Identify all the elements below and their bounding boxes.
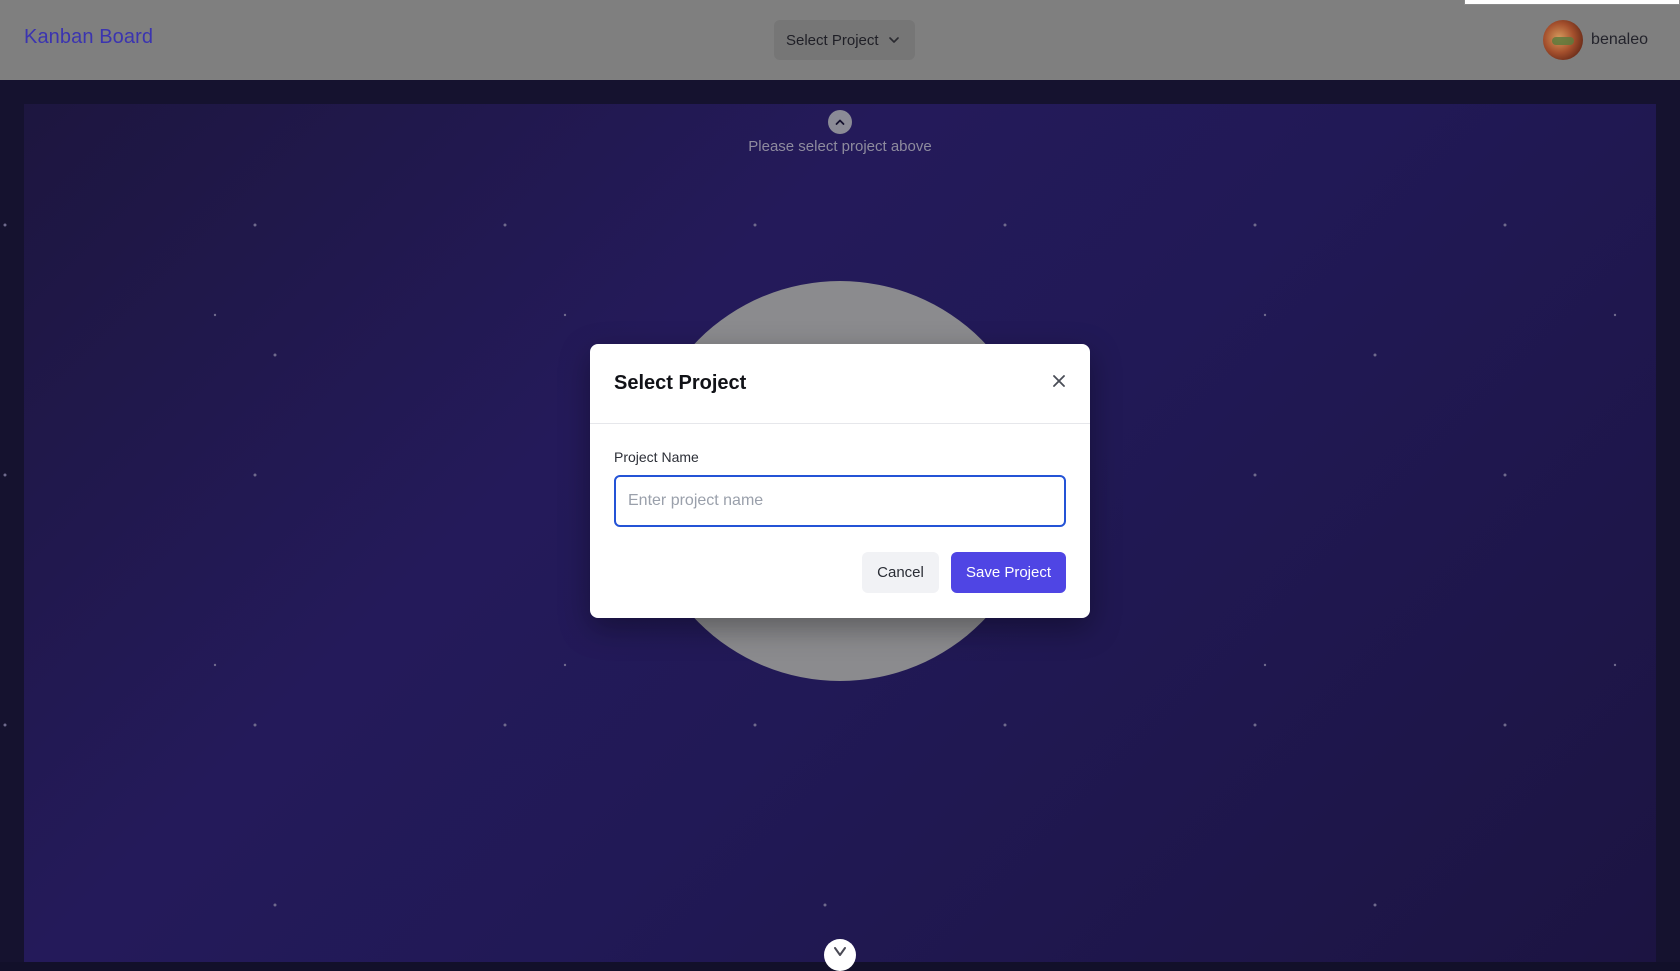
chevron-down-icon xyxy=(833,945,847,971)
save-project-button[interactable]: Save Project xyxy=(951,552,1066,593)
project-name-input[interactable] xyxy=(614,475,1066,527)
user-menu[interactable]: benaleo xyxy=(1543,20,1648,60)
hint-text: Please select project above xyxy=(748,138,932,155)
project-select-label: Select Project xyxy=(786,31,879,49)
project-name-label: Project Name xyxy=(614,449,699,465)
username: benaleo xyxy=(1591,31,1648,48)
select-project-hint: Please select project above xyxy=(0,110,1680,155)
modal-header: Select Project xyxy=(590,344,1090,424)
avatar[interactable] xyxy=(1543,20,1584,60)
modal-title: Select Project xyxy=(614,372,747,394)
brand-title[interactable]: Kanban Board xyxy=(24,26,153,49)
top-navbar: Kanban Board Select Project benaleo xyxy=(0,0,1680,80)
chevron-up-icon xyxy=(828,110,852,134)
select-project-modal: Select Project Project Name Cancel Save … xyxy=(590,344,1090,618)
chevron-down-icon xyxy=(887,33,901,47)
project-select-dropdown[interactable]: Select Project xyxy=(774,20,915,60)
close-button[interactable] xyxy=(1050,374,1068,392)
close-icon xyxy=(1052,374,1066,393)
cancel-button[interactable]: Cancel xyxy=(862,552,939,593)
top-right-overlay-edge xyxy=(1464,0,1680,5)
scroll-down-button[interactable] xyxy=(824,939,856,971)
